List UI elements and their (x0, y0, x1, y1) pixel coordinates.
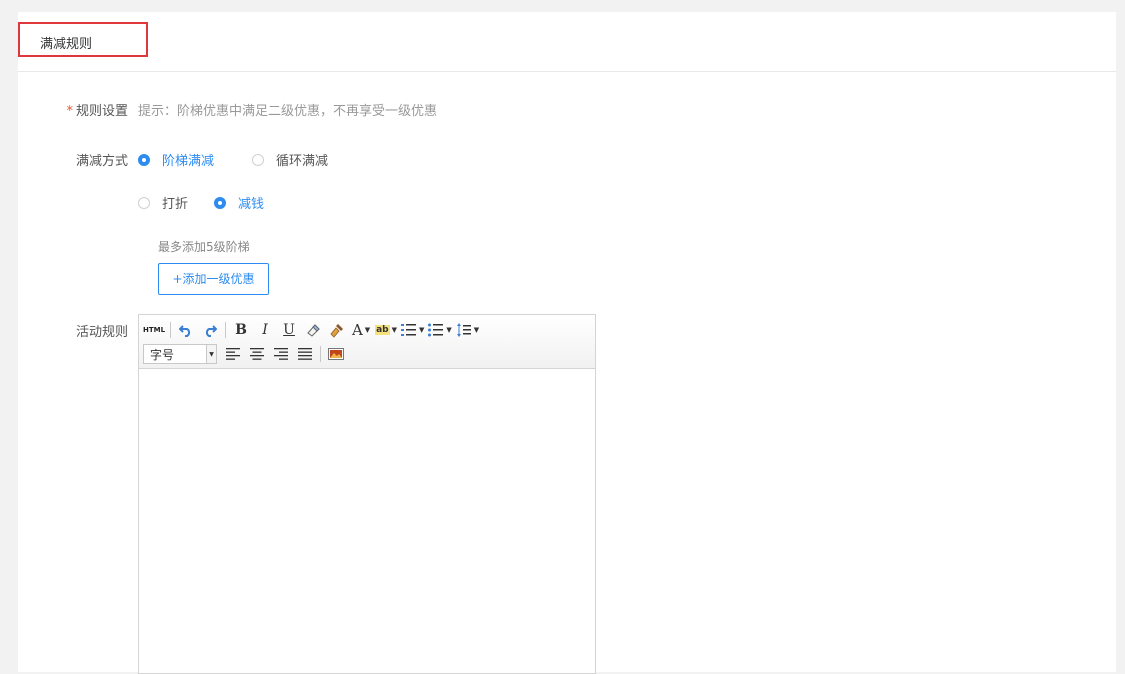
radio-dot (138, 153, 150, 166)
toolbar-separator (320, 346, 321, 362)
radio-label: 阶梯满减 (162, 154, 215, 169)
rule-setting-label: * 规则设置 (18, 100, 128, 119)
chevron-down-icon: ▼ (418, 326, 425, 334)
format-painter-button[interactable] (327, 320, 347, 340)
card-header: 满减规则 (18, 12, 1116, 72)
page-title: 满减规则 (40, 37, 93, 52)
format-painter-icon (330, 324, 344, 338)
undo-icon (179, 325, 191, 337)
ordered-list-icon (400, 324, 416, 336)
underline-button[interactable]: U (279, 320, 299, 340)
chevron-down-icon: ▼ (206, 345, 216, 363)
required-mark: * (66, 104, 73, 119)
eraser-button[interactable] (303, 320, 323, 340)
chevron-down-icon: ▼ (364, 326, 371, 334)
html-source-label: HTML (143, 326, 166, 334)
radio-dot (214, 196, 226, 209)
align-right-icon (274, 348, 288, 360)
rule-hint: 提示：阶梯优惠中满足二级优惠，不再享受一级优惠 (138, 104, 438, 119)
font-size-value: 字号 (150, 347, 175, 362)
chevron-down-icon: ▼ (391, 326, 397, 334)
radio-dot (138, 196, 150, 209)
page-title-box: 满减规则 (18, 22, 148, 57)
radio-ladder-discount[interactable]: 阶梯满减 (138, 150, 214, 169)
toolbar-row-1: HTML B I U A ▼ ab ▼ ▼ ▼ ▼ (143, 319, 483, 341)
activity-rules-label-text: 活动规则 (75, 325, 128, 340)
line-height-icon (456, 323, 471, 337)
radio-dot (252, 153, 264, 166)
rich-text-editor: HTML B I U A ▼ ab ▼ ▼ ▼ ▼ 字号 ▼ (138, 314, 596, 674)
radio-label: 减钱 (238, 197, 265, 212)
eraser-icon (307, 324, 320, 337)
bold-button[interactable]: B (231, 320, 251, 340)
italic-button[interactable]: I (255, 320, 275, 340)
font-color-icon: A (351, 321, 363, 339)
align-center-icon (250, 348, 264, 360)
toolbar-separator (170, 322, 172, 338)
main-card: 满减规则 * 规则设置 提示：阶梯优惠中满足二级优惠，不再享受一级优惠 满减方式 … (18, 12, 1116, 674)
redo-icon (206, 325, 218, 337)
italic-icon: I (262, 322, 268, 338)
align-left-button[interactable] (223, 344, 243, 364)
line-height-button[interactable]: ▼ (456, 320, 479, 340)
bold-icon: B (235, 322, 247, 338)
align-justify-icon (298, 348, 312, 360)
radio-label: 打折 (162, 197, 189, 212)
unordered-list-button[interactable]: ▼ (428, 320, 452, 340)
radio-amount-off[interactable]: 减钱 (214, 193, 264, 212)
redo-button[interactable] (200, 320, 220, 340)
add-tier-button[interactable]: +添加一级优惠 (158, 263, 269, 295)
toolbar-separator (225, 322, 227, 338)
font-size-select[interactable]: 字号 ▼ (143, 344, 217, 364)
rule-setting-label-text: 规则设置 (75, 104, 128, 119)
undo-button[interactable] (176, 320, 196, 340)
ladder-limit-note: 最多添加5级阶梯 (158, 240, 250, 254)
radio-percentage-off[interactable]: 打折 (138, 193, 188, 212)
radio-cyclic-discount[interactable]: 循环满减 (252, 150, 328, 169)
chevron-down-icon: ▼ (446, 326, 452, 334)
discount-mode-label: 满减方式 (18, 150, 128, 169)
align-left-icon (226, 348, 240, 360)
unordered-list-icon (428, 323, 444, 337)
discount-mode-label-text: 满减方式 (75, 154, 128, 169)
align-center-button[interactable] (247, 344, 267, 364)
highlight-icon: ab (375, 325, 390, 335)
image-icon (328, 348, 344, 360)
activity-rules-label: 活动规则 (18, 321, 128, 340)
toolbar-row-2: 字号 ▼ (143, 343, 350, 365)
ordered-list-button[interactable]: ▼ (400, 320, 425, 340)
underline-icon: U (283, 322, 295, 338)
insert-image-button[interactable] (326, 344, 346, 364)
align-justify-button[interactable] (295, 344, 315, 364)
highlight-color-button[interactable]: ab ▼ (375, 320, 397, 340)
editor-content-area[interactable] (139, 369, 595, 673)
chevron-down-icon: ▼ (473, 326, 480, 334)
align-right-button[interactable] (271, 344, 291, 364)
editor-toolbar: HTML B I U A ▼ ab ▼ ▼ ▼ ▼ 字号 ▼ (139, 315, 595, 369)
radio-label: 循环满减 (276, 154, 329, 169)
html-source-button[interactable]: HTML (143, 320, 165, 340)
font-color-button[interactable]: A ▼ (351, 320, 371, 340)
